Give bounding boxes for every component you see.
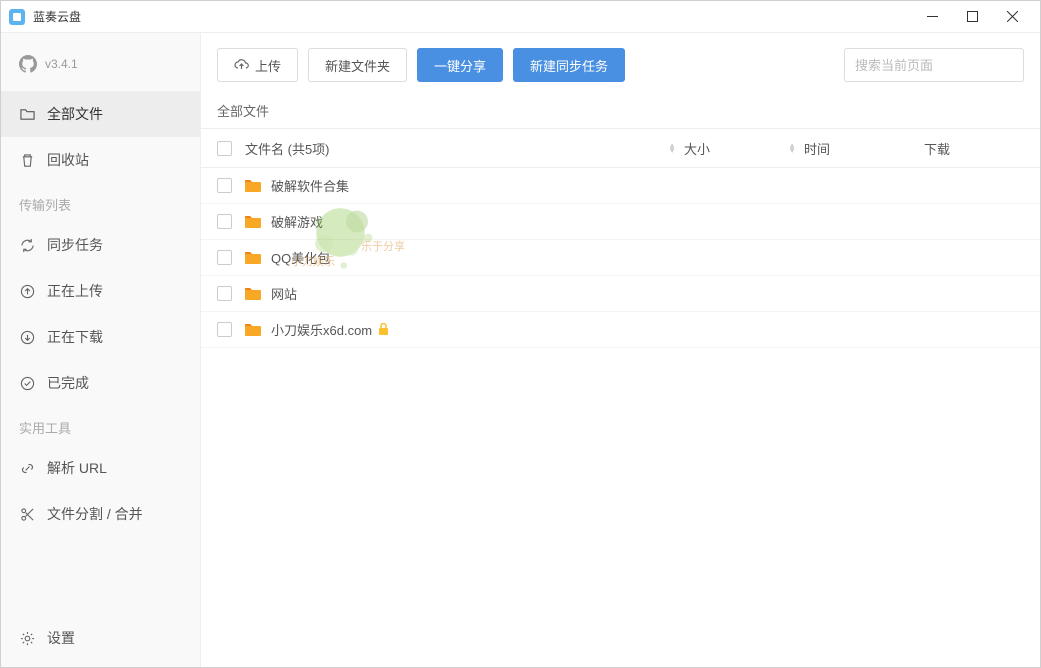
check-circle-icon [19, 375, 35, 391]
breadcrumb[interactable]: 全部文件 [201, 97, 1040, 128]
new-sync-button[interactable]: 新建同步任务 [513, 48, 625, 82]
column-header-time[interactable]: 时间 [804, 139, 924, 158]
link-icon [19, 460, 35, 476]
sort-icon: ▲▼ [668, 143, 676, 153]
sidebar-item-label: 已完成 [47, 373, 89, 393]
app-title: 蓝奏云盘 [33, 8, 81, 25]
trash-icon [19, 152, 35, 168]
sidebar-item-split-merge[interactable]: 文件分割 / 合并 [1, 491, 200, 537]
row-checkbox[interactable] [217, 250, 232, 265]
sort-icon: ▲▼ [788, 143, 796, 153]
sync-icon [19, 237, 35, 253]
github-icon [19, 55, 37, 73]
toolbar: 上传 新建文件夹 一键分享 新建同步任务 [201, 33, 1040, 97]
table-header: 文件名 (共5项) ▲▼ 大小 ▲▼ 时间 下载 [201, 128, 1040, 168]
file-name: 破解软件合集 [271, 176, 349, 195]
sidebar-item-completed[interactable]: 已完成 [1, 360, 200, 406]
titlebar: 蓝奏云盘 [1, 1, 1040, 33]
gear-icon [19, 630, 35, 646]
table-row[interactable]: 破解游戏 [201, 204, 1040, 240]
cloud-upload-icon [234, 59, 249, 71]
sidebar-item-label: 正在上传 [47, 281, 103, 301]
column-header-name[interactable]: 文件名 (共5项) ▲▼ [245, 139, 684, 158]
sidebar-item-label: 正在下载 [47, 327, 103, 347]
lock-icon [378, 323, 389, 336]
row-checkbox[interactable] [217, 214, 232, 229]
select-all-checkbox[interactable] [217, 141, 232, 156]
sidebar-item-downloading[interactable]: 正在下载 [1, 314, 200, 360]
share-button[interactable]: 一键分享 [417, 48, 503, 82]
table-row[interactable]: 破解软件合集 [201, 168, 1040, 204]
sidebar-section-transfer: 传输列表 [1, 183, 200, 222]
table-row[interactable]: 网站 [201, 276, 1040, 312]
sidebar-section-tools: 实用工具 [1, 406, 200, 445]
folder-icon [245, 179, 261, 192]
column-header-download[interactable]: 下载 [924, 139, 1024, 158]
file-name: 网站 [271, 284, 297, 303]
upload-button[interactable]: 上传 [217, 48, 298, 82]
folder-icon [245, 287, 261, 300]
folder-icon [245, 323, 261, 336]
sidebar-item-recycle[interactable]: 回收站 [1, 137, 200, 183]
sidebar-item-label: 解析 URL [47, 458, 107, 478]
upload-icon [19, 283, 35, 299]
sidebar-item-all-files[interactable]: 全部文件 [1, 91, 200, 137]
file-list: 破解软件合集破解游戏 QQ美化包网站小刀娱乐x6d.com [201, 168, 1040, 348]
version-label: v3.4.1 [45, 57, 78, 71]
file-name: 破解游戏 [271, 212, 323, 231]
file-name: QQ美化包 [271, 248, 330, 267]
table-row[interactable]: 小刀娱乐x6d.com [201, 312, 1040, 348]
content-area: 上传 新建文件夹 一键分享 新建同步任务 全部文件 文件名 (共5项) ▲▼ 大… [201, 33, 1040, 667]
sidebar-item-parse-url[interactable]: 解析 URL [1, 445, 200, 491]
minimize-button[interactable] [912, 1, 952, 33]
download-icon [19, 329, 35, 345]
close-button[interactable] [992, 1, 1032, 33]
sidebar-item-label: 回收站 [47, 150, 89, 170]
row-checkbox[interactable] [217, 178, 232, 193]
maximize-button[interactable] [952, 1, 992, 33]
sidebar-item-settings[interactable]: 设置 [1, 615, 200, 661]
sidebar-item-sync[interactable]: 同步任务 [1, 222, 200, 268]
sidebar-item-label: 文件分割 / 合并 [47, 504, 143, 524]
folder-icon [245, 215, 261, 228]
version-link[interactable]: v3.4.1 [1, 47, 200, 91]
new-folder-button[interactable]: 新建文件夹 [308, 48, 407, 82]
search-input[interactable] [844, 48, 1024, 82]
folder-open-icon [19, 106, 35, 122]
sidebar-item-uploading[interactable]: 正在上传 [1, 268, 200, 314]
column-header-size[interactable]: 大小 ▲▼ [684, 139, 804, 158]
scissors-icon [19, 506, 35, 522]
table-row[interactable]: QQ美化包 [201, 240, 1040, 276]
sidebar-item-label: 同步任务 [47, 235, 103, 255]
row-checkbox[interactable] [217, 322, 232, 337]
file-name: 小刀娱乐x6d.com [271, 320, 372, 339]
sidebar: v3.4.1 全部文件 回收站 传输列表 同步任务 正在上传 正在下载 已完成 … [1, 33, 201, 667]
sidebar-item-label: 设置 [47, 628, 75, 648]
row-checkbox[interactable] [217, 286, 232, 301]
folder-icon [245, 251, 261, 264]
sidebar-item-label: 全部文件 [47, 104, 103, 124]
app-icon [9, 9, 25, 25]
